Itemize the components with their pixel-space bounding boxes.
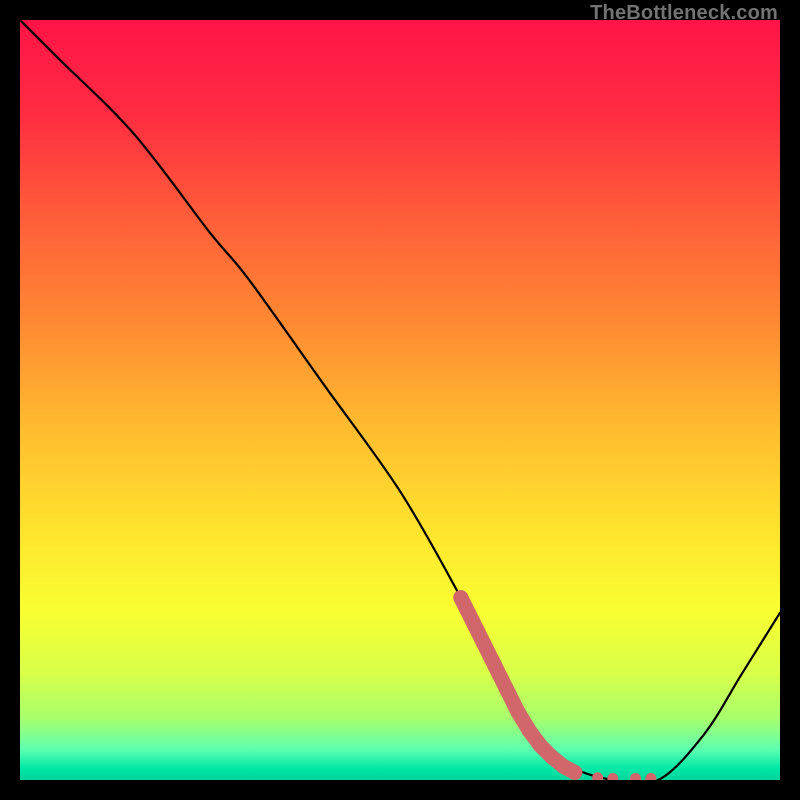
highlight-dot: [488, 659, 503, 674]
highlight-dot: [476, 636, 491, 651]
highlight-dot: [453, 590, 468, 605]
highlight-dot: [522, 723, 537, 738]
highlight-dot: [465, 613, 480, 628]
highlight-dot: [567, 765, 582, 780]
chart-svg: [20, 20, 780, 780]
watermark-text: TheBottleneck.com: [590, 2, 778, 25]
highlight-dot: [533, 738, 548, 753]
chart-plot-area: [20, 20, 780, 780]
chart-frame: TheBottleneck.com: [0, 0, 800, 800]
highlight-dot: [510, 704, 525, 719]
highlight-dot: [499, 681, 514, 696]
